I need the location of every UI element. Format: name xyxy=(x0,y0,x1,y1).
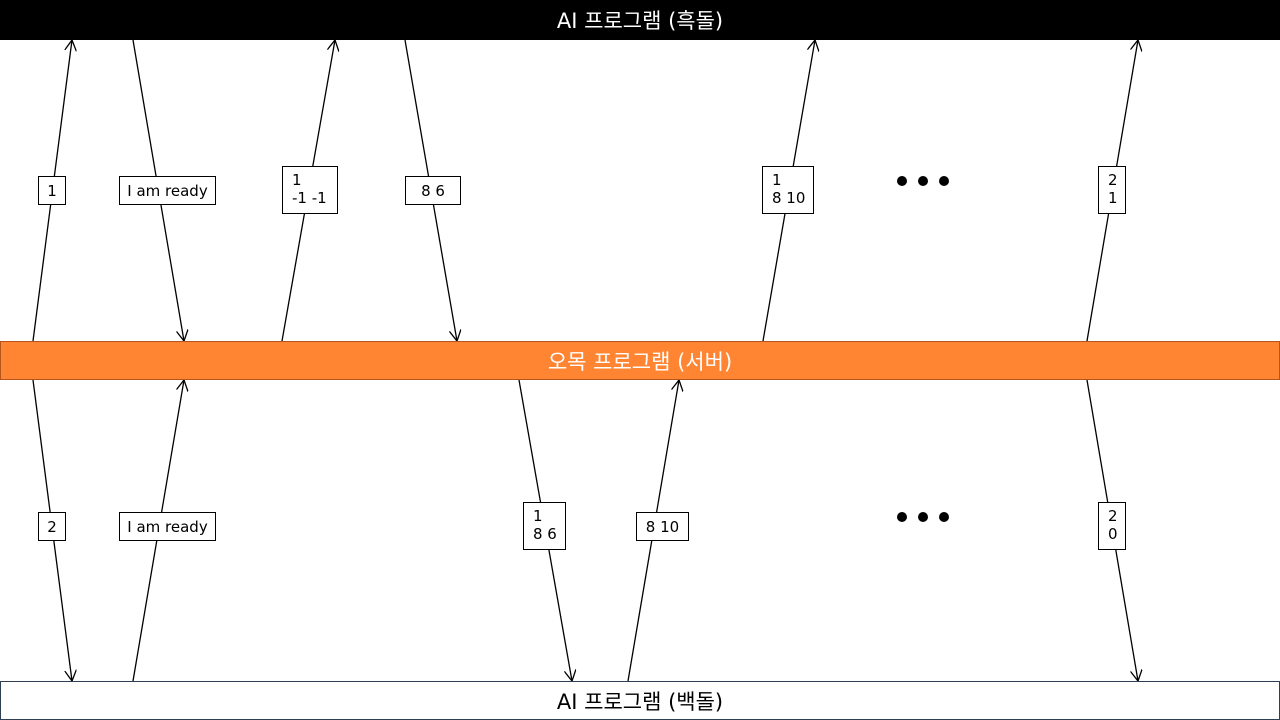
message-label: 18 6 xyxy=(523,502,566,550)
ellipsis-dot xyxy=(897,176,907,186)
message-line: 8 6 xyxy=(533,525,557,543)
message-label: 8 10 xyxy=(636,512,689,541)
message-label: 1 -1 -1 xyxy=(282,166,338,214)
ellipsis-dot xyxy=(918,512,928,522)
server-title: 오목 프로그램 (서버) xyxy=(547,349,733,374)
black-player-bar: AI 프로그램 (흑돌) xyxy=(0,0,1280,40)
message-line: 0 xyxy=(1108,525,1118,543)
message-line: 8 6 xyxy=(421,181,445,200)
ellipsis-bottom xyxy=(897,512,949,522)
message-line: 2 xyxy=(1108,507,1118,525)
ellipsis-dot xyxy=(939,512,949,522)
message-label: 1 xyxy=(38,176,66,205)
message-line: 2 xyxy=(1108,171,1118,189)
message-label: 8 6 xyxy=(405,176,461,205)
message-line: -1 -1 xyxy=(292,189,327,207)
message-label: 21 xyxy=(1098,166,1126,214)
message-line: I am ready xyxy=(127,517,208,536)
message-line: 1 xyxy=(292,171,302,189)
ellipsis-dot xyxy=(897,512,907,522)
message-line: 2 xyxy=(47,517,57,536)
message-line: 1 xyxy=(1108,189,1118,207)
message-line: 1 xyxy=(47,181,57,200)
black-player-title: AI 프로그램 (흑돌) xyxy=(556,9,724,33)
ellipsis-top xyxy=(897,176,949,186)
message-label: 18 10 xyxy=(762,166,814,214)
ellipsis-dot xyxy=(939,176,949,186)
message-line: 1 xyxy=(533,507,543,525)
message-label: 2 xyxy=(38,512,66,541)
message-line: 8 10 xyxy=(645,517,680,536)
ellipsis-dot xyxy=(918,176,928,186)
message-line: 1 xyxy=(772,171,782,189)
white-player-bar: AI 프로그램 (백돌) xyxy=(0,681,1280,720)
server-bar: 오목 프로그램 (서버) xyxy=(0,341,1280,380)
message-label: I am ready xyxy=(119,176,216,205)
message-label: I am ready xyxy=(119,512,216,541)
message-line: I am ready xyxy=(127,181,208,200)
message-label: 20 xyxy=(1098,502,1126,550)
white-player-title: AI 프로그램 (백돌) xyxy=(556,689,724,714)
message-line: 8 10 xyxy=(772,189,806,207)
